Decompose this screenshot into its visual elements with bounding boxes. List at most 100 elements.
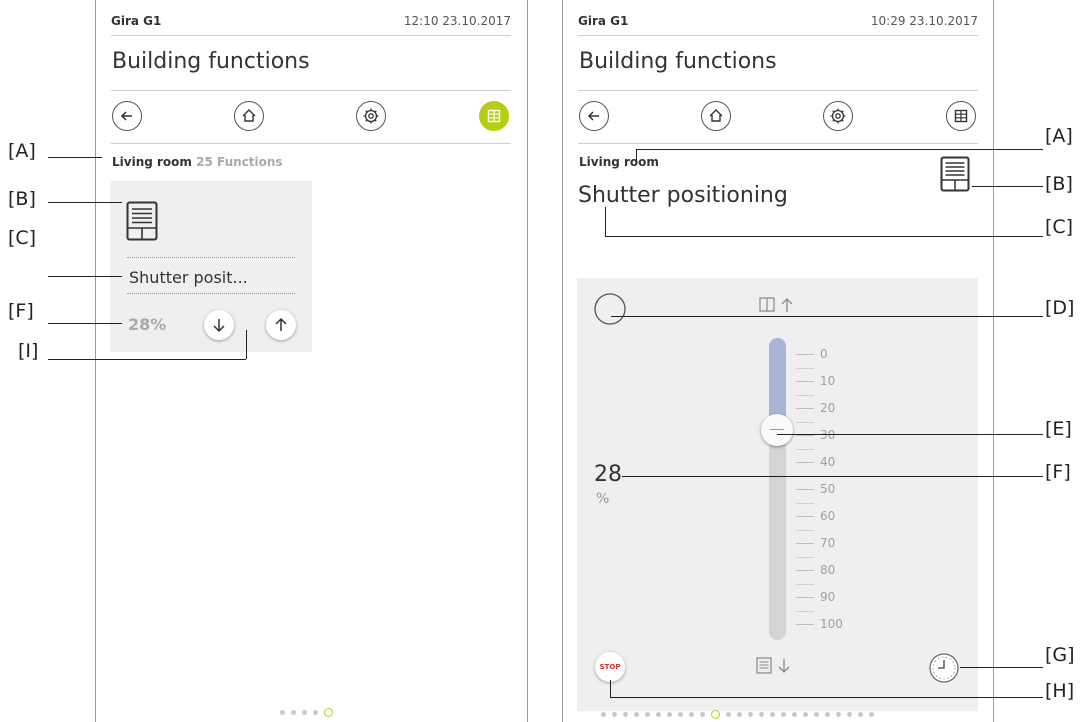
scale-minor-tick [796,394,814,396]
back-icon [587,111,599,121]
page-title: Building functions [579,49,777,74]
status-ring-icon[interactable] [593,292,627,326]
shutter-icon [940,156,970,192]
page-dot[interactable] [700,712,705,717]
scale-label: 0 [796,347,828,361]
page-dot[interactable] [667,712,672,717]
page-dot[interactable] [792,712,797,717]
annotation-a: [A] [8,140,36,162]
page-dot[interactable] [836,712,841,717]
scale-label: 80 [796,563,835,577]
page-indicator[interactable] [280,708,333,717]
scale-text: 20 [820,401,836,415]
page-dot[interactable] [825,712,830,717]
annotation-e: [E] [1045,418,1072,440]
annotation-leader [48,202,122,203]
page-dot[interactable] [623,712,628,717]
page-dot-active[interactable] [324,708,333,717]
divider [111,143,511,144]
arrow-up-icon [275,317,287,331]
annotation-leader [611,316,1043,317]
page-dot[interactable] [803,712,808,717]
stop-button[interactable]: STOP [595,652,625,682]
page-dot[interactable] [689,712,694,717]
page-dot[interactable] [634,712,639,717]
page-dot[interactable] [748,712,753,717]
page-dot[interactable] [612,712,617,717]
page-dot[interactable] [313,710,318,715]
annotation-leader [972,186,1043,187]
device-name: Gira G1 [578,14,629,28]
page-dot[interactable] [737,712,742,717]
divider [111,35,511,36]
tile-divider [127,257,295,258]
back-button[interactable] [579,101,609,131]
room-name: Living room [112,155,192,169]
settings-button[interactable] [823,101,853,131]
grid-view-button[interactable] [946,101,976,131]
scale-tick [796,380,814,382]
home-icon [242,109,256,122]
page-dot[interactable] [726,712,731,717]
divider [578,143,978,144]
annotation-g: [G] [1045,644,1075,666]
scale-tick [796,353,814,355]
page-dot-active[interactable] [711,710,720,719]
position-slider-track[interactable] [769,338,786,640]
page-dot[interactable] [656,712,661,717]
scale-tick [796,407,814,409]
page-dot[interactable] [645,712,650,717]
annotation-leader [777,434,1043,435]
function-count-label: Functions [217,155,283,169]
home-button[interactable] [701,101,731,131]
page-dot[interactable] [601,712,606,717]
breadcrumb: Living room 25 Functions [112,155,283,169]
scale-minor-tick [796,502,814,504]
annotation-h: [H] [1045,680,1075,702]
clock-timer-icon[interactable] [928,652,960,684]
position-value: 28 [594,462,622,487]
clock: 12:10 23.10.2017 [403,14,511,28]
stop-label: STOP [599,663,621,671]
scale-text: 60 [820,509,836,523]
scale-text: 100 [820,617,843,631]
scale-tick [796,542,814,544]
page-dot[interactable] [759,712,764,717]
home-button[interactable] [234,101,264,131]
shutter-down-button[interactable] [204,310,234,340]
scale-text: 80 [820,563,836,577]
scale-label: 90 [796,590,835,604]
annotation-leader [48,359,246,360]
annotation-c: [C] [8,227,37,249]
scale-tick [796,461,814,463]
function-tile[interactable]: Shutter posit... 28% [110,181,312,352]
position-slider-thumb[interactable] [761,413,793,446]
scale-minor-tick [796,583,814,585]
page-dot[interactable] [291,710,296,715]
annotation-c: [C] [1045,216,1074,238]
scale-tick [796,623,814,625]
page-indicator[interactable] [601,710,874,719]
page-dot[interactable] [814,712,819,717]
page-dot[interactable] [781,712,786,717]
grid-view-button[interactable] [479,101,509,131]
page-dot[interactable] [678,712,683,717]
scale-text: 40 [820,455,836,469]
annotation-leader [48,157,102,158]
scale-minor-tick [796,556,814,558]
shutter-up-button[interactable] [266,310,296,340]
page-dot[interactable] [770,712,775,717]
grid-icon [487,109,501,123]
page-dot[interactable] [869,712,874,717]
left-screen [95,0,528,722]
page-dot[interactable] [302,710,307,715]
scale-tick [796,569,814,571]
page-dot[interactable] [847,712,852,717]
function-count: 25 [196,155,213,169]
page-dot[interactable] [858,712,863,717]
annotation-b: [B] [8,188,36,210]
back-button[interactable] [112,101,142,131]
annotation-leader [622,476,1043,477]
settings-button[interactable] [356,101,386,131]
page-dot[interactable] [280,710,285,715]
